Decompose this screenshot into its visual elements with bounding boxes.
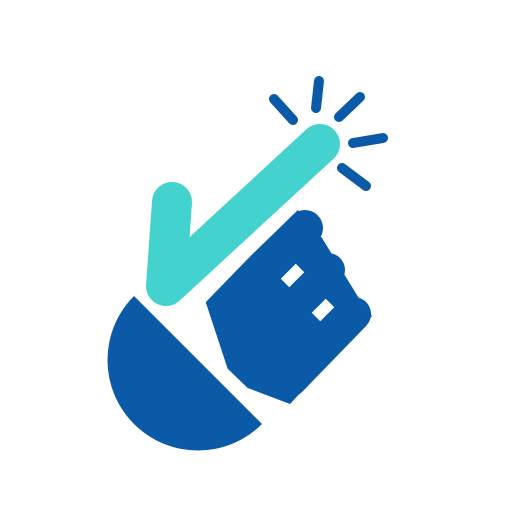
- hand-icon: [107, 210, 372, 451]
- burst-line: [311, 76, 324, 113]
- burst-line: [269, 94, 298, 125]
- icon-canvas: [0, 0, 512, 512]
- burst-line: [334, 92, 365, 122]
- click-gesture-icon: [107, 76, 388, 451]
- burst-line: [337, 163, 371, 191]
- burst-line: [348, 133, 388, 148]
